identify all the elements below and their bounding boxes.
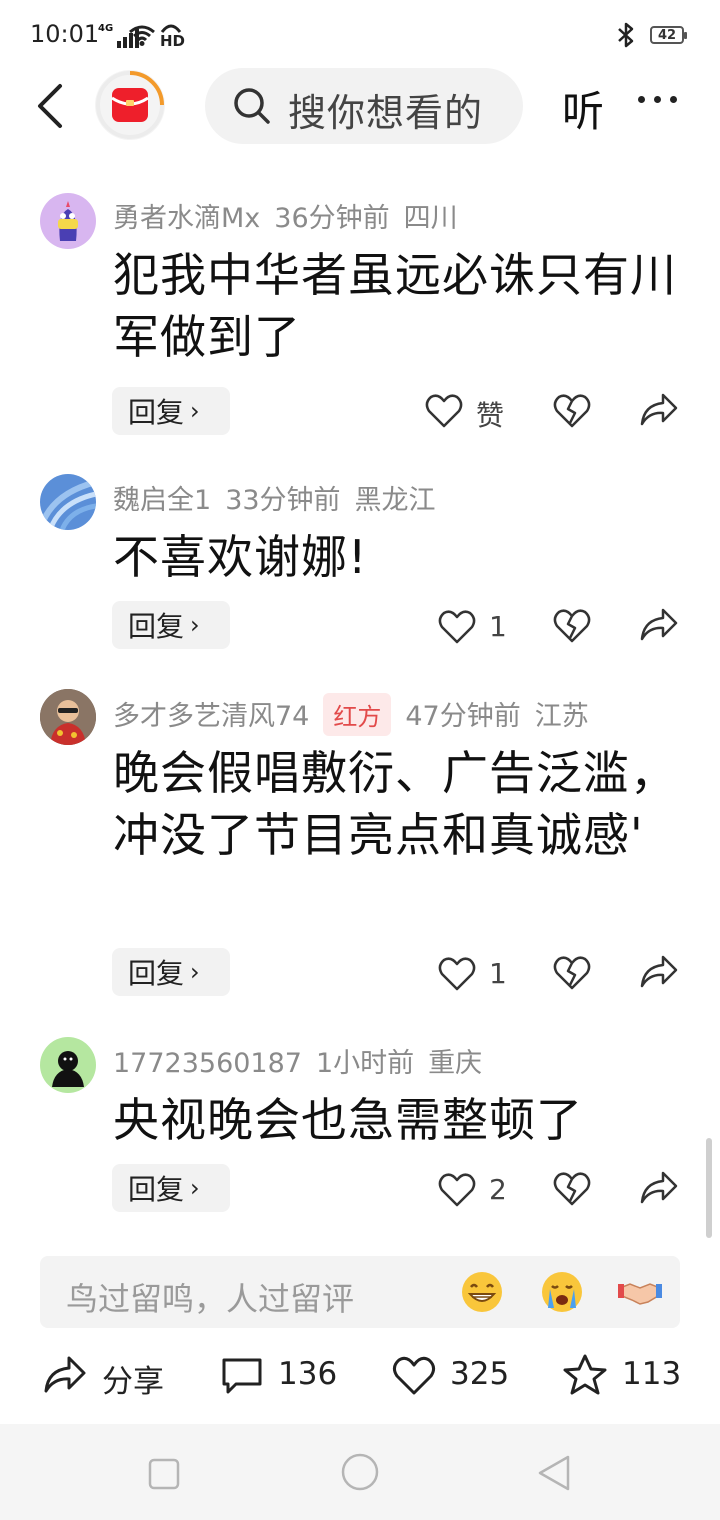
like-count: 2 [489, 1173, 507, 1206]
search-placeholder[interactable]: 搜你想看的 [288, 82, 483, 137]
comment-meta: 魏启全1 33分钟前 黑龙江 [113, 478, 450, 517]
comment-user[interactable]: 多才多艺清风74 [113, 701, 309, 732]
share-icon[interactable] [639, 391, 679, 429]
comment-region: 江苏 [534, 701, 589, 732]
comment-time: 36分钟前 [274, 203, 390, 234]
like-icon[interactable] [425, 393, 463, 429]
favorite-count[interactable]: 113 [622, 1356, 681, 1392]
battery-icon: 42 [650, 26, 687, 44]
dislike-icon[interactable] [553, 955, 591, 991]
comment-user[interactable]: 17723560187 [113, 1048, 302, 1079]
comment-user[interactable]: 勇者水滴Mx [113, 203, 260, 234]
reply-button[interactable]: 回复 › [112, 948, 230, 996]
chevron-right-icon: › [190, 611, 200, 639]
comment-text: 晚会假唱敷衍、广告泛滥，冲没了节目亮点和真诚感' [113, 746, 677, 862]
comment-meta: 勇者水滴Mx 36分钟前 四川 [113, 196, 472, 235]
chevron-right-icon: › [190, 1174, 200, 1202]
dislike-icon[interactable] [553, 608, 591, 644]
comment-input[interactable]: 鸟过留鸣，人过留评 [40, 1256, 680, 1328]
avatar[interactable] [40, 193, 96, 249]
reply-button[interactable]: 回复 › [112, 387, 230, 435]
like-icon[interactable] [438, 956, 476, 992]
wifi-icon [129, 25, 155, 46]
like-icon[interactable] [438, 1172, 476, 1208]
share-button[interactable]: 分享 [102, 1356, 164, 1401]
comment-region: 重庆 [428, 1048, 483, 1079]
grin-emoji-icon[interactable] [460, 1270, 504, 1314]
comment-region: 四川 [403, 203, 458, 234]
avatar[interactable] [40, 1037, 96, 1093]
home-icon[interactable] [340, 1452, 380, 1492]
share-icon[interactable] [639, 606, 679, 644]
team-badge: 红方 [323, 693, 392, 736]
crying-emoji-icon[interactable] [540, 1270, 584, 1314]
comment-time: 47分钟前 [405, 701, 521, 732]
channel-logo[interactable] [95, 70, 165, 140]
comment-text: 央视晚会也急需整顿了 [113, 1093, 583, 1147]
comment-text: 不喜欢谢娜! [113, 530, 368, 584]
like-count: 1 [489, 610, 507, 643]
scrollbar[interactable] [706, 1138, 712, 1238]
dislike-icon[interactable] [553, 1171, 591, 1207]
comment-meta: 多才多艺清风74 红方 47分钟前 江苏 [113, 693, 603, 736]
like-count: 1 [489, 957, 507, 990]
heart-icon[interactable] [392, 1356, 436, 1396]
share-icon[interactable] [42, 1354, 88, 1396]
search-icon [234, 88, 270, 124]
listen-button[interactable]: 听 [562, 78, 604, 139]
reply-button[interactable]: 回复 › [112, 601, 230, 649]
chevron-right-icon: › [190, 958, 200, 986]
comment-input-placeholder[interactable]: 鸟过留鸣，人过留评 [66, 1274, 354, 1320]
comment-icon[interactable] [220, 1356, 264, 1396]
share-icon[interactable] [639, 1169, 679, 1207]
comment-user[interactable]: 魏启全1 [113, 485, 211, 516]
more-icon[interactable] [638, 96, 677, 103]
reply-button[interactable]: 回复 › [112, 1164, 230, 1212]
chevron-right-icon: › [190, 397, 200, 425]
like-count: 赞 [476, 399, 505, 432]
like-total[interactable]: 325 [450, 1356, 509, 1392]
comment-region: 黑龙江 [354, 485, 436, 516]
status-time: 10:01 [30, 20, 100, 48]
dislike-icon[interactable] [553, 393, 591, 429]
back-nav-icon[interactable] [536, 1454, 572, 1492]
share-icon[interactable] [639, 953, 679, 991]
comment-meta: 17723560187 1小时前 重庆 [113, 1041, 496, 1080]
comment-time: 33分钟前 [225, 485, 341, 516]
comment-count[interactable]: 136 [278, 1356, 337, 1392]
like-icon[interactable] [438, 609, 476, 645]
system-nav-bar [0, 1424, 720, 1520]
comment-text: 犯我中华者虽远必诛只有川军做到了 [113, 248, 677, 364]
bluetooth-icon [618, 22, 634, 48]
comment-time: 1小时前 [315, 1048, 415, 1079]
recent-apps-icon[interactable] [148, 1458, 180, 1490]
avatar[interactable] [40, 474, 96, 530]
status-bar: 10:01 4G HD 42 [0, 0, 720, 72]
back-icon[interactable] [34, 82, 66, 130]
handshake-emoji-icon[interactable] [618, 1270, 662, 1314]
hd-icon: HD [160, 22, 185, 50]
avatar[interactable] [40, 689, 96, 745]
star-icon[interactable] [562, 1353, 608, 1397]
